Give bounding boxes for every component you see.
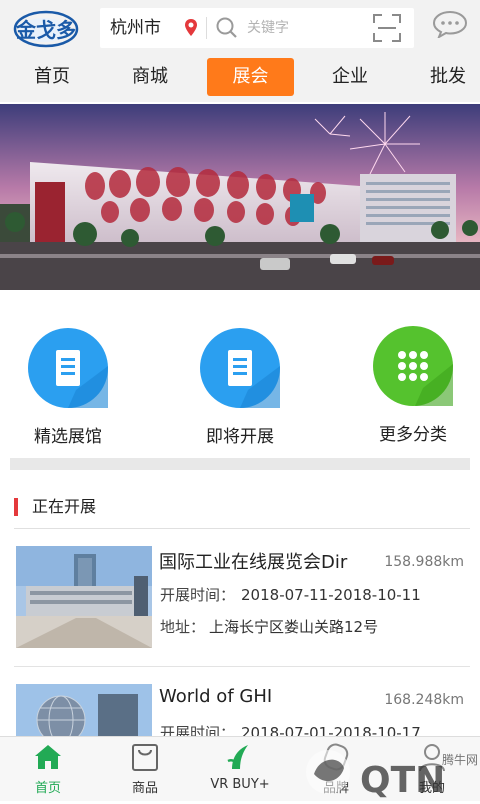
section-accent-bar	[14, 498, 18, 516]
exhibition-title: 国际工业在线展览会Dir	[159, 552, 348, 573]
building-icon	[28, 328, 108, 408]
category-featured-venues[interactable]: 精选展馆	[8, 328, 128, 447]
time-label: 开展时间：	[160, 586, 236, 604]
exhibition-title: World of GHI	[159, 686, 273, 707]
watermark-subtext: 腾牛网	[442, 752, 478, 767]
item-separator	[14, 666, 470, 667]
section-divider	[10, 458, 470, 470]
exhibition-time: 开展时间： 2018-07-11-2018-10-11	[160, 584, 421, 605]
tab-home[interactable]: 首页	[8, 58, 96, 96]
app-logo: 金戈多	[13, 10, 79, 48]
category-label: 即将开展	[206, 427, 274, 447]
category-shortcuts: 精选展馆 即将开展 更多分类	[0, 290, 480, 458]
bottom-nav-goods[interactable]: 商品	[105, 737, 185, 801]
bottom-nav-label: VR BUY+	[210, 777, 270, 792]
watermark-text: QTN	[360, 760, 445, 800]
watermark: QTN 腾牛网	[300, 738, 480, 801]
bag-icon	[132, 744, 158, 771]
exhibition-distance: 168.248km	[384, 692, 464, 708]
tab-exhibition[interactable]: 展会	[207, 58, 294, 96]
category-more[interactable]: 更多分类	[353, 326, 473, 445]
exhibition-thumbnail	[16, 546, 152, 648]
category-label: 更多分类	[379, 425, 447, 445]
vr-icon	[227, 745, 248, 769]
exhibition-thumbnail	[16, 684, 152, 736]
address-value: 上海长宁区娄山关路12号	[209, 618, 379, 636]
search-bar: 杭州市 关键字	[100, 8, 414, 48]
bottom-nav-vr[interactable]: VR BUY+	[200, 737, 280, 801]
address-label: 地址：	[160, 618, 206, 636]
logo-text: 金戈多	[15, 18, 76, 42]
city-selector[interactable]: 杭州市	[110, 8, 161, 48]
time-value: 2018-07-11-2018-10-11	[241, 586, 421, 604]
tab-enterprise[interactable]: 企业	[306, 58, 394, 96]
section-title: 正在开展	[32, 497, 97, 516]
exhibition-address: 地址： 上海长宁区娄山关路12号	[160, 616, 378, 637]
grid-dots-icon	[373, 326, 453, 406]
search-separator	[206, 17, 207, 39]
hero-banner[interactable]	[0, 104, 480, 290]
tab-wholesale[interactable]: 批发	[404, 58, 480, 96]
banner-image	[0, 104, 480, 290]
bottom-nav-home[interactable]: 首页	[8, 737, 88, 801]
search-input[interactable]: 关键字	[247, 8, 289, 48]
bottom-nav-label: 商品	[131, 781, 158, 796]
message-icon[interactable]	[432, 10, 468, 38]
building-icon	[200, 328, 280, 408]
tab-mall[interactable]: 商城	[106, 58, 194, 96]
home-icon	[35, 745, 61, 769]
scan-qr-icon[interactable]	[373, 14, 401, 42]
category-label: 精选展馆	[34, 427, 102, 447]
location-pin-icon[interactable]	[184, 18, 198, 38]
exhibition-distance: 158.988km	[384, 554, 464, 570]
bottom-nav-label: 首页	[34, 781, 61, 796]
category-upcoming[interactable]: 即将开展	[180, 328, 300, 447]
search-icon[interactable]	[216, 17, 238, 39]
section-underline	[14, 528, 470, 529]
app-header: 金戈多 杭州市 关键字	[0, 0, 480, 58]
top-tab-bar: 首页 商城 展会 企业 批发	[0, 58, 480, 102]
